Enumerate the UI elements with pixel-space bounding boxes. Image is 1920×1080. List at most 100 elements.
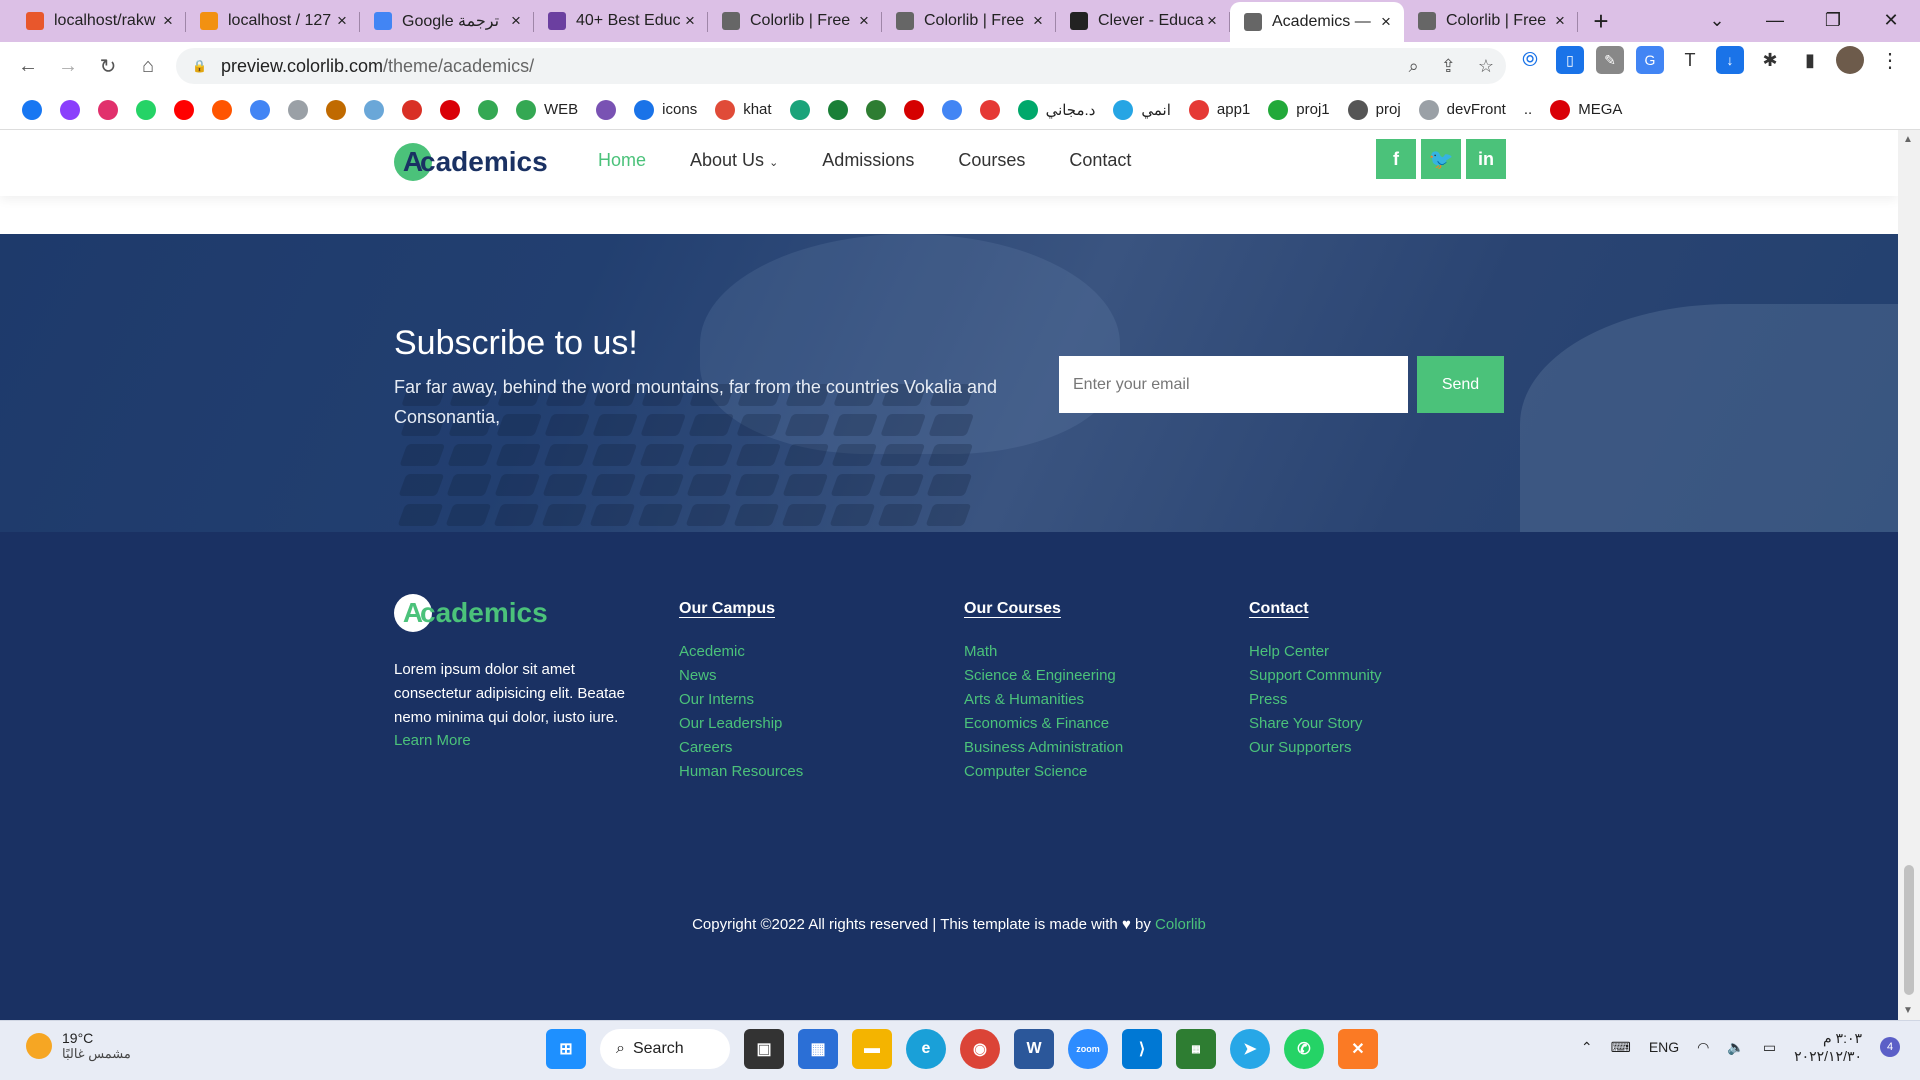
twitter-icon[interactable]: 🐦 bbox=[1421, 139, 1461, 179]
bookmark-star-icon[interactable]: ☆ bbox=[1478, 56, 1494, 77]
footer-link[interactable]: Press bbox=[1249, 688, 1382, 712]
scroll-down-icon[interactable]: ▼ bbox=[1903, 1005, 1913, 1016]
colorlib-link[interactable]: Colorlib bbox=[1155, 916, 1206, 933]
bookmark-item[interactable]: .. bbox=[1518, 95, 1538, 125]
forward-button[interactable]: → bbox=[48, 46, 88, 86]
bookmark-item[interactable]: app1 bbox=[1183, 95, 1256, 125]
linkedin-icon[interactable]: in bbox=[1466, 139, 1506, 179]
browser-tab[interactable]: Clever - Educa × bbox=[1056, 3, 1230, 39]
ext-doc-icon[interactable]: ▯ bbox=[1556, 46, 1584, 74]
chip-app-icon[interactable]: ▦ bbox=[1176, 1029, 1216, 1069]
bookmark-item[interactable] bbox=[396, 95, 428, 125]
store-icon[interactable]: ▦ bbox=[798, 1029, 838, 1069]
footer-link[interactable]: Economics & Finance bbox=[964, 712, 1123, 736]
close-tab-icon[interactable]: × bbox=[1204, 11, 1220, 31]
bookmark-item[interactable] bbox=[244, 95, 276, 125]
address-bar[interactable]: 🔒 preview.colorlib.com/theme/academics/ … bbox=[176, 48, 1506, 84]
tab-search-icon[interactable]: ⌄ bbox=[1688, 0, 1746, 40]
footer-link[interactable]: Math bbox=[964, 640, 1123, 664]
footer-link[interactable]: Our Supporters bbox=[1249, 736, 1382, 760]
word-icon[interactable]: W bbox=[1014, 1029, 1054, 1069]
close-tab-icon[interactable]: × bbox=[508, 11, 524, 31]
close-tab-icon[interactable]: × bbox=[682, 11, 698, 31]
restore-button[interactable]: ❐ bbox=[1804, 0, 1862, 40]
footer-link[interactable]: Acedemic bbox=[679, 640, 803, 664]
bookmark-item[interactable] bbox=[590, 95, 622, 125]
close-tab-icon[interactable]: × bbox=[334, 11, 350, 31]
footer-link[interactable]: Human Resources bbox=[679, 760, 803, 784]
bookmark-item[interactable]: د.مجاني bbox=[1012, 95, 1102, 125]
footer-link[interactable]: Careers bbox=[679, 736, 803, 760]
bookmark-item[interactable] bbox=[472, 95, 504, 125]
notification-badge[interactable]: 4 bbox=[1880, 1037, 1900, 1057]
close-window-button[interactable]: ✕ bbox=[1862, 0, 1920, 40]
vscode-icon[interactable]: ⟩ bbox=[1122, 1029, 1162, 1069]
close-tab-icon[interactable]: × bbox=[856, 11, 872, 31]
footer-link[interactable]: Our Leadership bbox=[679, 712, 803, 736]
footer-link[interactable]: News bbox=[679, 664, 803, 688]
footer-logo[interactable]: A cademics bbox=[394, 594, 548, 632]
bookmark-item[interactable] bbox=[936, 95, 968, 125]
bookmark-item[interactable] bbox=[434, 95, 466, 125]
chrome-icon[interactable]: ◉ bbox=[960, 1029, 1000, 1069]
footer-link[interactable]: Share Your Story bbox=[1249, 712, 1382, 736]
bookmark-item[interactable]: انمي bbox=[1107, 95, 1177, 125]
bookmark-item[interactable]: WEB bbox=[510, 95, 584, 125]
bookmark-item[interactable] bbox=[130, 95, 162, 125]
bookmark-item[interactable]: MEGA bbox=[1544, 95, 1628, 125]
browser-tab[interactable]: Google ترجمة × bbox=[360, 3, 534, 39]
nav-admissions[interactable]: Admissions bbox=[822, 150, 914, 171]
keyboard-icon[interactable]: ⌨ bbox=[1611, 1039, 1631, 1056]
nav-contact[interactable]: Contact bbox=[1069, 150, 1131, 171]
side-panel-icon[interactable]: ▮ bbox=[1796, 46, 1824, 74]
nav-about-us[interactable]: About Us ⌄ bbox=[690, 150, 778, 171]
back-button[interactable]: ← bbox=[8, 46, 48, 86]
xampp-app-icon[interactable]: ✕ bbox=[1338, 1029, 1378, 1069]
close-tab-icon[interactable]: × bbox=[1552, 11, 1568, 31]
reload-button[interactable]: ↻ bbox=[88, 46, 128, 86]
close-tab-icon[interactable]: × bbox=[1378, 12, 1394, 32]
bookmark-item[interactable]: devFront bbox=[1413, 95, 1512, 125]
close-tab-icon[interactable]: × bbox=[1030, 11, 1046, 31]
browser-tab[interactable]: Colorlib | Free × bbox=[708, 3, 882, 39]
browser-tab[interactable]: Academics — × bbox=[1230, 2, 1404, 42]
bookmark-item[interactable] bbox=[974, 95, 1006, 125]
profile-avatar[interactable] bbox=[1836, 46, 1864, 74]
bookmark-item[interactable]: khat bbox=[709, 95, 777, 125]
language-indicator[interactable]: ENG bbox=[1649, 1039, 1679, 1055]
ext-font-icon[interactable]: T bbox=[1676, 46, 1704, 74]
bookmark-item[interactable] bbox=[54, 95, 86, 125]
download-icon[interactable]: ↓ bbox=[1716, 46, 1744, 74]
taskbar-search[interactable]: ⌕ Search bbox=[600, 1029, 730, 1069]
bookmark-item[interactable] bbox=[282, 95, 314, 125]
nav-home[interactable]: Home bbox=[598, 150, 646, 171]
bookmark-item[interactable] bbox=[822, 95, 854, 125]
scrollbar-thumb[interactable] bbox=[1904, 865, 1914, 995]
home-button[interactable]: ⌂ bbox=[128, 46, 168, 86]
close-tab-icon[interactable]: × bbox=[160, 11, 176, 31]
facebook-icon[interactable]: f bbox=[1376, 139, 1416, 179]
bookmark-item[interactable] bbox=[784, 95, 816, 125]
browser-tab[interactable]: Colorlib | Free × bbox=[1404, 3, 1578, 39]
footer-link[interactable]: Science & Engineering bbox=[964, 664, 1123, 688]
bookmark-item[interactable]: proj1 bbox=[1262, 95, 1335, 125]
windows-start-icon[interactable]: ⊞ bbox=[546, 1029, 586, 1069]
bookmark-item[interactable] bbox=[168, 95, 200, 125]
ext-translate-icon[interactable]: G bbox=[1636, 46, 1664, 74]
ext-picker-icon[interactable]: ✎ bbox=[1596, 46, 1624, 74]
bookmark-item[interactable] bbox=[898, 95, 930, 125]
bookmark-item[interactable] bbox=[320, 95, 352, 125]
bookmark-item[interactable]: proj bbox=[1342, 95, 1407, 125]
browser-tab[interactable]: Colorlib | Free × bbox=[882, 3, 1056, 39]
site-logo[interactable]: A cademics bbox=[394, 142, 548, 182]
browser-tab[interactable]: localhost / 127 × bbox=[186, 3, 360, 39]
bookmark-item[interactable] bbox=[358, 95, 390, 125]
clock[interactable]: ٣:٠٣ م ٢٠٢٢/١٢/٣٠ bbox=[1794, 1029, 1862, 1065]
footer-link[interactable]: Arts & Humanities bbox=[964, 688, 1123, 712]
wifi-icon[interactable]: ◠ bbox=[1697, 1039, 1709, 1056]
edge-read-aloud-icon[interactable]: ⦾ bbox=[1516, 46, 1544, 74]
footer-link[interactable]: Our Interns bbox=[679, 688, 803, 712]
bookmark-item[interactable] bbox=[860, 95, 892, 125]
chevron-up-icon[interactable]: ⌃ bbox=[1581, 1039, 1593, 1056]
bookmark-item[interactable] bbox=[92, 95, 124, 125]
